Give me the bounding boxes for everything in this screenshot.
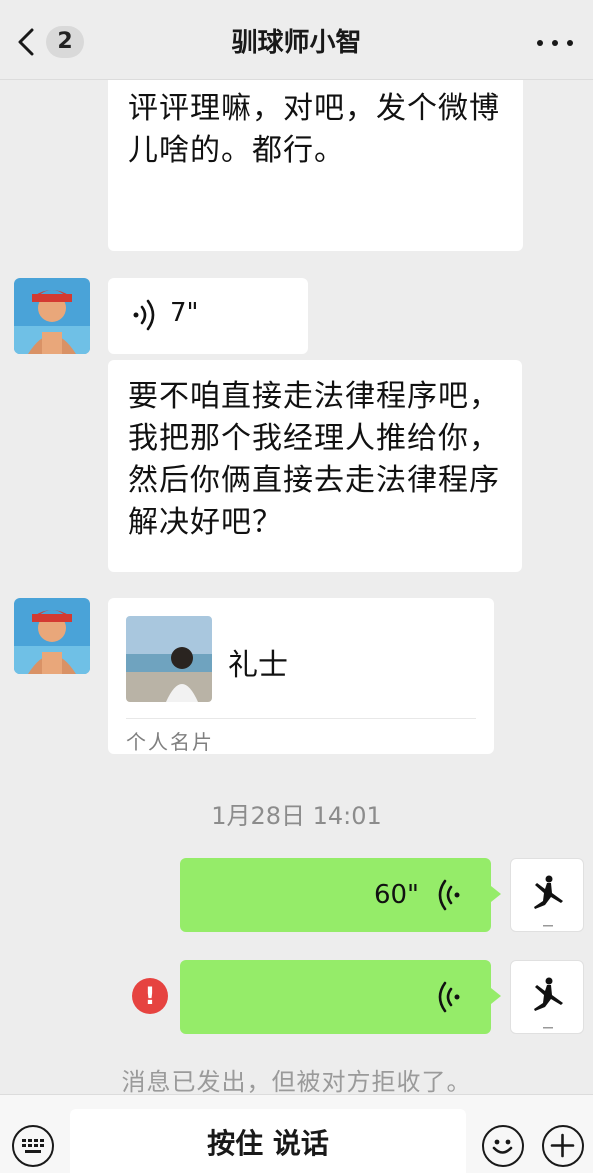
- card-divider: [126, 718, 476, 719]
- send-error-icon[interactable]: !: [132, 978, 168, 1014]
- contact-avatar[interactable]: [14, 278, 90, 354]
- my-avatar[interactable]: [510, 960, 584, 1034]
- voice-duration: 60": [373, 880, 419, 910]
- contact-card-label: 个人名片: [126, 730, 214, 754]
- back-button[interactable]: 2: [16, 22, 86, 62]
- contact-card-photo: [126, 616, 212, 702]
- contact-avatar[interactable]: [14, 598, 90, 674]
- voice-wave-icon: [133, 299, 155, 331]
- more-dot-icon: [537, 40, 543, 46]
- voice-message-outgoing-rejected[interactable]: [180, 960, 501, 1034]
- smiley-icon: [492, 1139, 513, 1154]
- chat-header: 驯球师小智 2: [0, 0, 593, 80]
- message-bubble-text[interactable]: 要不咱直接走法律程序吧，我把那个我经理人推给你，然后你俩直接去走法律程序解决好吧…: [108, 360, 522, 572]
- hold-to-talk-button[interactable]: 按住 说话: [70, 1109, 466, 1173]
- chat-screen: 驯球师小智 2 需要道个歉呢，还是怎么着呢？咱们可以让让让让大家评评理嘛，对吧，…: [0, 0, 593, 1173]
- voice-wave-icon: [438, 981, 460, 1013]
- voice-message-incoming[interactable]: 7": [108, 278, 308, 354]
- more-dot-icon: [552, 40, 558, 46]
- plus-icon: [550, 1133, 575, 1158]
- more-options-button[interactable]: [535, 30, 575, 54]
- voice-message-outgoing[interactable]: 60": [180, 858, 501, 932]
- chat-title: 驯球师小智: [231, 28, 362, 58]
- contact-card-message[interactable]: 礼士 个人名片: [108, 598, 494, 754]
- unread-count-badge: 2: [46, 26, 84, 58]
- anime-character-avatar-icon: [14, 278, 90, 354]
- message-text: 要不咱直接走法律程序吧，我把那个我经理人推给你，然后你俩直接去走法律程序解决好吧…: [128, 379, 500, 540]
- rejected-system-note: 消息已发出，但被对方拒收了。: [121, 1068, 472, 1096]
- anime-character-avatar-icon: [14, 598, 90, 674]
- chevron-left-icon: [18, 28, 34, 56]
- input-bar: 按住 说话: [0, 1094, 593, 1173]
- keyboard-toggle-button[interactable]: [12, 1125, 54, 1167]
- contact-card-name: 礼士: [228, 648, 288, 683]
- voice-wave-icon: [438, 879, 460, 911]
- jumpman-logo-icon: [534, 875, 563, 927]
- emoji-button[interactable]: [482, 1125, 524, 1167]
- my-avatar[interactable]: [510, 858, 584, 932]
- jumpman-logo-icon: [534, 977, 563, 1029]
- more-functions-button[interactable]: [542, 1125, 584, 1167]
- more-dot-icon: [567, 40, 573, 46]
- message-timestamp: 1月28日 14:01: [211, 802, 382, 830]
- voice-duration: 7": [170, 298, 199, 328]
- keyboard-icon: [22, 1139, 44, 1153]
